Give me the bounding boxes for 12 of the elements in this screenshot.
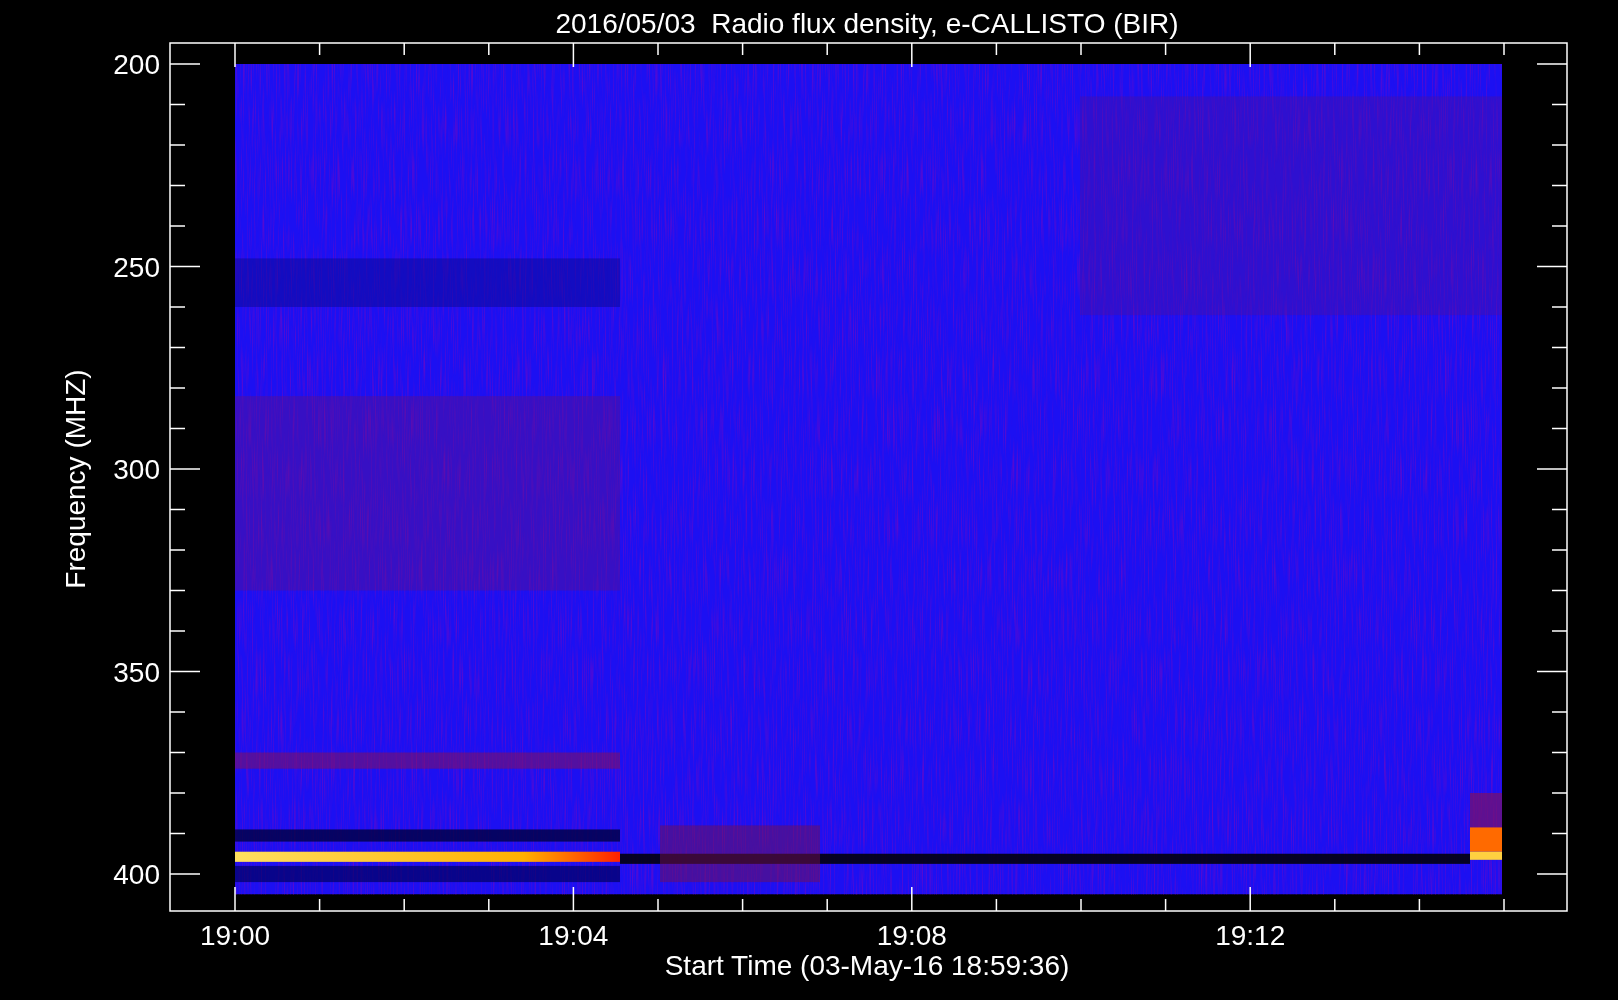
tick-label: 19:04: [538, 920, 609, 951]
tick-label: 19:00: [199, 920, 271, 951]
x-axis-label: Start Time (03-May-16 18:59:36): [664, 950, 1070, 981]
tick-label: 250: [113, 251, 160, 283]
chart-title: 2016/05/03 Radio flux density, e-CALLISTO (BIR): [555, 8, 1179, 39]
tick-label: 400: [113, 859, 160, 890]
tick-label: 350: [113, 656, 160, 688]
tick-label: 19:12: [1215, 920, 1286, 951]
y-axis-label: Frequency (MHZ): [60, 369, 91, 589]
tick-label: 300: [113, 454, 160, 485]
tick-label: 19:08: [876, 920, 947, 951]
tick-label: 200: [113, 49, 160, 80]
